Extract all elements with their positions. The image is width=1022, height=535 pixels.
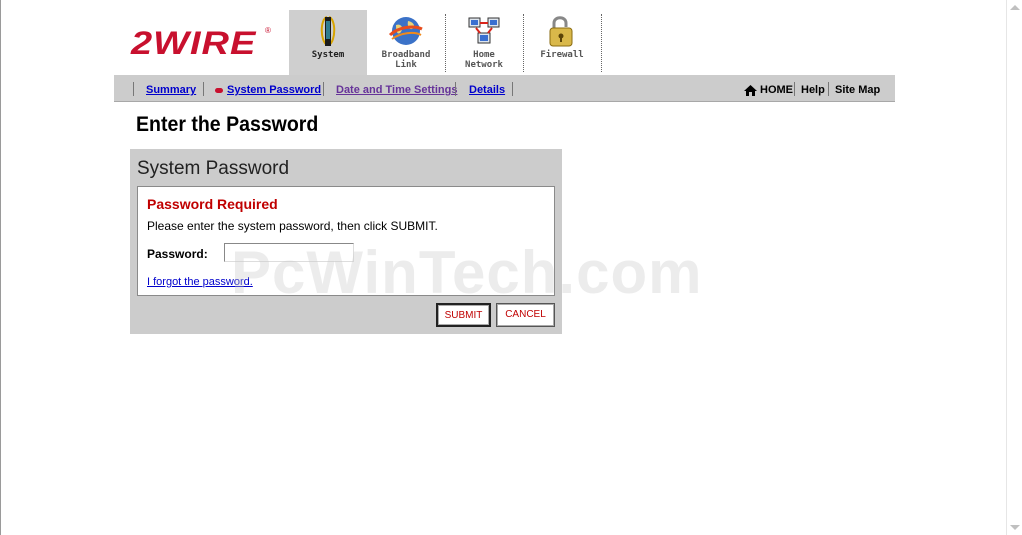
system-password-panel: System Password Password Required Please… (130, 149, 562, 334)
instructions-text: Please enter the system password, then c… (147, 219, 438, 233)
globe-icon (388, 17, 423, 45)
current-page-indicator-icon (215, 87, 223, 93)
tab-broadband-label: Broadband Link (381, 50, 431, 70)
tab-firewall[interactable]: Firewall (523, 10, 601, 75)
tab-broadband-link[interactable]: Broadband Link (367, 10, 445, 75)
home-icon[interactable] (744, 85, 757, 96)
password-form: Password Required Please enter the syste… (137, 186, 555, 296)
tab-firewall-label: Firewall (540, 50, 584, 60)
nav-divider (133, 82, 134, 96)
nav-divider (828, 82, 829, 96)
password-input[interactable] (224, 243, 354, 262)
subnav-system-password-link[interactable]: System Password (215, 84, 321, 96)
tab-system[interactable]: System (289, 10, 367, 75)
tab-home-network[interactable]: Home Network (445, 10, 523, 75)
site-map-link[interactable]: Site Map (835, 84, 880, 96)
subnav-summary-link[interactable]: Summary (146, 84, 196, 96)
brand-logo: 2WIRE ® (131, 26, 271, 62)
tab-home-network-label: Home Network (465, 50, 503, 70)
cancel-button[interactable]: CANCEL (496, 303, 555, 327)
logo-text: 2WIRE (131, 26, 257, 62)
submit-button[interactable]: SUBMIT (436, 303, 491, 327)
subnav-bar: Summary System Password Date and Time Se… (114, 75, 895, 102)
subnav-details-link[interactable]: Details (469, 84, 505, 96)
network-computers-icon (468, 17, 500, 44)
padlock-icon (549, 16, 573, 47)
nav-divider (203, 82, 204, 96)
subnav-date-time-link[interactable]: Date and Time Settings (336, 84, 457, 96)
page-title: Enter the Password (136, 113, 319, 136)
help-link[interactable]: Help (801, 84, 825, 96)
forgot-password-link[interactable]: I forgot the password. (147, 276, 253, 288)
password-required-heading: Password Required (147, 196, 278, 212)
tab-system-label: System (311, 50, 345, 60)
nav-divider (512, 82, 513, 96)
nav-divider (323, 82, 324, 96)
home-link[interactable]: HOME (760, 84, 793, 96)
nav-divider (455, 82, 456, 96)
password-label: Password: (147, 247, 208, 261)
system-tower-icon (320, 16, 336, 46)
registered-mark: ® (265, 26, 271, 35)
panel-title: System Password (137, 158, 290, 179)
scroll-up-icon[interactable] (1010, 5, 1020, 10)
tab-divider (601, 14, 602, 72)
subnav-system-password-label: System Password (227, 84, 322, 96)
vertical-scrollbar[interactable] (1006, 0, 1022, 535)
scroll-down-icon[interactable] (1010, 525, 1020, 530)
nav-divider (794, 82, 795, 96)
